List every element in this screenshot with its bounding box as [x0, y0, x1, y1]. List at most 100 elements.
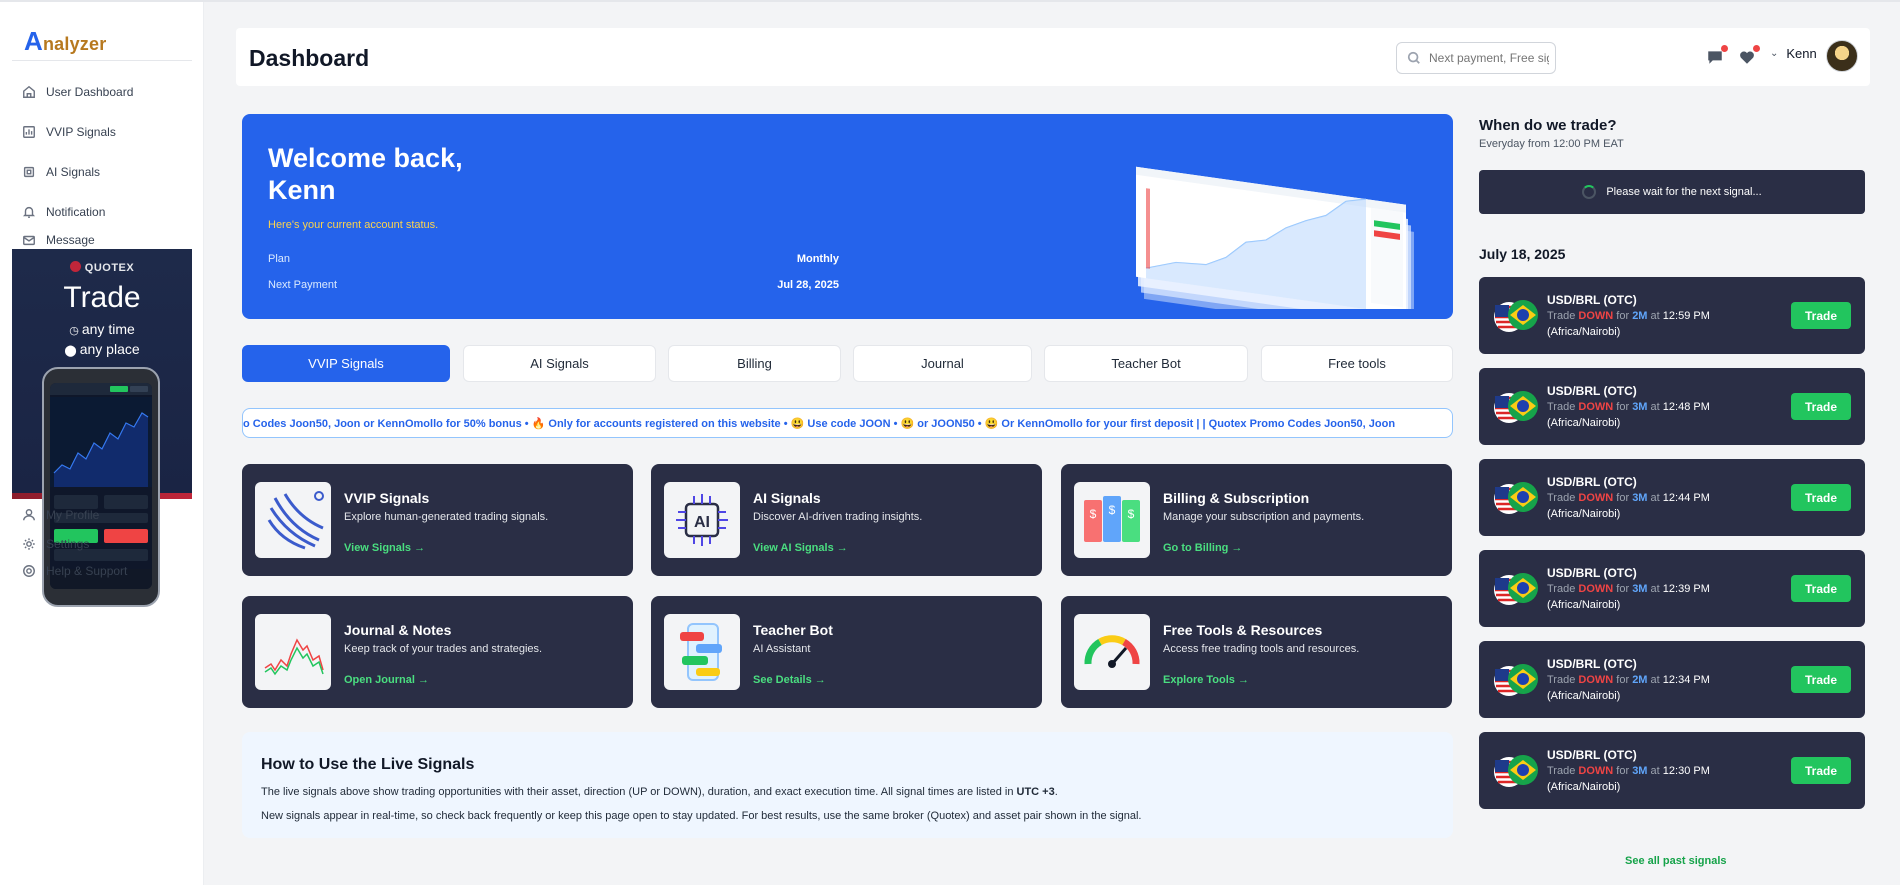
card-link[interactable]: Go to Billing →	[1163, 542, 1242, 554]
signal-details: Trade DOWN for 3M at 12:48 PM	[1547, 401, 1710, 413]
next-payment-label: Next Payment	[268, 279, 338, 291]
how-to-use-section: How to Use the Live Signals The live sig…	[242, 732, 1453, 838]
card-free-tools[interactable]: Free Tools & Resources Access free tradi…	[1061, 596, 1452, 708]
sidebar-item-settings[interactable]: Settings	[22, 537, 89, 551]
next-payment-value: Jul 28, 2025	[777, 279, 839, 291]
card-vvip-signals[interactable]: VVIP Signals Explore human-generated tra…	[242, 464, 633, 576]
card-link[interactable]: See Details →	[753, 674, 826, 686]
help-lifebuoy-icon	[23, 565, 35, 577]
billing-cards-icon: $ $ $	[1074, 482, 1150, 558]
trade-button[interactable]: Trade	[1791, 484, 1851, 511]
card-teacher-bot[interactable]: Teacher Bot AI Assistant See Details →	[651, 596, 1042, 708]
loading-spinner-icon	[1582, 185, 1597, 199]
signal-pair: USD/BRL (OTC)	[1547, 475, 1637, 489]
sidebar-item-my-profile[interactable]: My Profile	[22, 508, 99, 522]
card-description: Access free trading tools and resources.	[1163, 643, 1360, 655]
sidebar-item-help-support[interactable]: Help & Support	[22, 564, 127, 578]
card-link[interactable]: Explore Tools →	[1163, 674, 1249, 686]
card-description: Manage your subscription and payments.	[1163, 511, 1365, 523]
card-link[interactable]: View AI Signals →	[753, 542, 848, 554]
signal-pair: USD/BRL (OTC)	[1547, 384, 1637, 398]
tab-free-tools[interactable]: Free tools	[1261, 345, 1453, 382]
mail-icon	[23, 235, 35, 246]
card-description: Keep track of your trades and strategies…	[344, 643, 543, 655]
line-chart-icon	[255, 614, 331, 690]
card-title: Billing & Subscription	[1163, 490, 1310, 506]
usd-brl-flags-icon	[1494, 482, 1538, 514]
signals-date: July 18, 2025	[1479, 246, 1566, 262]
card-ai-signals[interactable]: AI AI Signals Discover AI-driven trading…	[651, 464, 1042, 576]
tab-vvip-signals[interactable]: VVIP Signals	[242, 345, 450, 382]
card-journal-notes[interactable]: Journal & Notes Keep track of your trade…	[242, 596, 633, 708]
card-billing-subscription[interactable]: $ $ $ Billing & Subscription Manage your s…	[1061, 464, 1452, 576]
howto-paragraph-1: The live signals above show trading oppo…	[261, 786, 1058, 798]
waiting-status: Please wait for the next signal...	[1479, 170, 1865, 214]
cpu-icon	[23, 166, 35, 178]
card-title: VVIP Signals	[344, 490, 430, 506]
plan-label: Plan	[268, 253, 291, 265]
promo-ticker-text: o Codes Joon50, Joon or KennOmollo for 5…	[243, 418, 1396, 430]
signal-timezone: (Africa/Nairobi)	[1547, 508, 1621, 520]
phone-chart-graphic	[50, 383, 152, 589]
promo-ticker: o Codes Joon50, Joon or KennOmollo for 5…	[242, 408, 1453, 438]
signal-pair: USD/BRL (OTC)	[1547, 566, 1637, 580]
search-icon	[1407, 51, 1420, 64]
trade-button[interactable]: Trade	[1791, 575, 1851, 602]
sidebar-item-message[interactable]: Message	[22, 233, 95, 247]
search-box[interactable]	[1396, 42, 1556, 74]
avatar[interactable]	[1826, 40, 1858, 72]
signal-details: Trade DOWN for 3M at 12:39 PM	[1547, 583, 1710, 595]
sidebar-item-notification[interactable]: Notification	[22, 205, 105, 219]
app-logo[interactable]: Analyzer	[24, 26, 106, 57]
top-header: Dashboard ⌄ Kenn	[236, 28, 1870, 86]
ad-line-1: ◷ any time	[69, 321, 135, 337]
divider	[12, 60, 192, 61]
trade-button[interactable]: Trade	[1791, 302, 1851, 329]
signal-card: USD/BRL (OTC) Trade DOWN for 2M at 12:34 …	[1479, 641, 1865, 718]
schedule-subtitle: Everyday from 12:00 PM EAT	[1479, 138, 1624, 150]
card-description: Explore human-generated trading signals.	[344, 511, 549, 523]
card-description: AI Assistant	[753, 643, 811, 655]
section-title: How to Use the Live Signals	[261, 756, 475, 773]
signal-pair: USD/BRL (OTC)	[1547, 748, 1637, 762]
chevron-down-icon: ⌄	[1770, 48, 1779, 59]
favorites-button[interactable]	[1738, 45, 1760, 68]
usd-brl-flags-icon	[1494, 391, 1538, 423]
search-input[interactable]	[1429, 51, 1549, 65]
signal-details: Trade DOWN for 3M at 12:44 PM	[1547, 492, 1710, 504]
signal-timezone: (Africa/Nairobi)	[1547, 326, 1621, 338]
chat-phone-icon	[664, 614, 740, 690]
top-border	[0, 0, 1900, 2]
tab-journal[interactable]: Journal	[853, 345, 1032, 382]
clock-icon: ◷	[69, 325, 82, 337]
signal-card: USD/BRL (OTC) Trade DOWN for 2M at 12:59 …	[1479, 277, 1865, 354]
signal-details: Trade DOWN for 2M at 12:34 PM	[1547, 674, 1710, 686]
card-title: Teacher Bot	[753, 622, 833, 638]
svg-text:AI: AI	[694, 514, 710, 531]
bell-icon	[22, 206, 36, 218]
chart-icon	[23, 126, 35, 138]
trade-button[interactable]: Trade	[1791, 757, 1851, 784]
sidebar-item-vvip-signals[interactable]: VVIP Signals	[22, 125, 116, 139]
sidebar-item-ai-signals[interactable]: AI Signals	[22, 165, 100, 179]
user-menu[interactable]: ⌄ Kenn	[1770, 46, 1817, 61]
signal-details: Trade DOWN for 2M at 12:59 PM	[1547, 310, 1710, 322]
notification-badge	[1753, 45, 1760, 52]
tab-ai-signals[interactable]: AI Signals	[463, 345, 656, 382]
howto-paragraph-2: New signals appear in real-time, so chec…	[261, 810, 1142, 822]
tab-billing[interactable]: Billing	[668, 345, 841, 382]
wave-lines-icon	[255, 482, 331, 558]
trade-button[interactable]: Trade	[1791, 666, 1851, 693]
card-link[interactable]: View Signals →	[344, 542, 425, 554]
schedule-title: When do we trade?	[1479, 117, 1617, 134]
card-link[interactable]: Open Journal →	[344, 674, 429, 686]
signal-timezone: (Africa/Nairobi)	[1547, 599, 1621, 611]
tab-teacher-bot[interactable]: Teacher Bot	[1044, 345, 1248, 382]
trade-button[interactable]: Trade	[1791, 393, 1851, 420]
sidebar-item-user-dashboard[interactable]: User Dashboard	[22, 85, 133, 99]
card-title: Journal & Notes	[344, 622, 452, 638]
signal-pair: USD/BRL (OTC)	[1547, 293, 1637, 307]
see-all-signals-link[interactable]: See all past signals	[1625, 855, 1727, 867]
phone-screen	[50, 383, 152, 589]
messages-button[interactable]	[1706, 45, 1728, 68]
